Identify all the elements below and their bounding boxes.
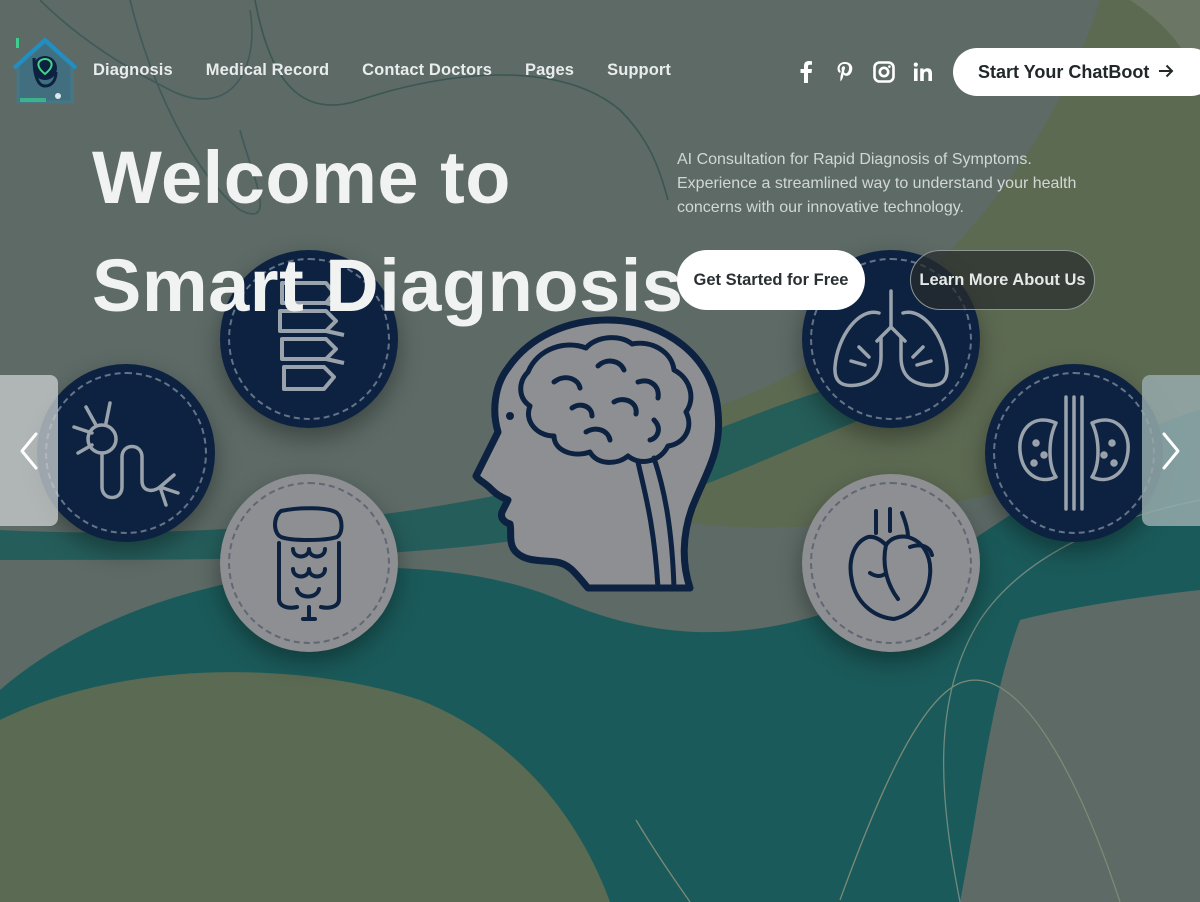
intestines-organ-button[interactable]	[220, 474, 398, 652]
learn-more-button[interactable]: Learn More About Us	[910, 250, 1095, 310]
carousel-prev-button[interactable]	[0, 375, 58, 526]
nav-pages[interactable]: Pages	[525, 61, 574, 80]
heart-icon	[848, 507, 934, 621]
start-chatbot-button[interactable]: Start Your ChatBoot	[953, 48, 1200, 96]
site-logo[interactable]	[12, 36, 78, 108]
linkedin-icon[interactable]	[911, 60, 935, 84]
neuron-organ-button[interactable]	[37, 364, 215, 542]
kidneys-icon	[1018, 395, 1130, 511]
instagram-icon[interactable]	[872, 60, 896, 84]
main-nav: Diagnosis Medical Record Contact Doctors…	[93, 61, 671, 80]
heart-organ-button[interactable]	[802, 474, 980, 652]
start-chatbot-label: Start Your ChatBoot	[978, 61, 1150, 82]
neuron-icon	[72, 401, 180, 507]
hero-title-line1: Welcome to	[92, 136, 511, 219]
nav-support[interactable]: Support	[607, 61, 671, 80]
facebook-icon[interactable]	[794, 60, 818, 84]
hero-headline: Welcome to Smart Diagnosis	[92, 124, 683, 340]
chevron-right-icon	[1162, 432, 1180, 469]
nav-medical-record[interactable]: Medical Record	[206, 61, 329, 80]
nav-diagnosis[interactable]: Diagnosis	[93, 61, 173, 80]
nav-contact-doctors[interactable]: Contact Doctors	[362, 61, 492, 80]
carousel-next-button[interactable]	[1142, 375, 1200, 526]
hero-title-line2: Smart Diagnosis	[92, 244, 684, 327]
head-brain-illustration	[468, 312, 730, 598]
arrow-right-icon	[1158, 62, 1174, 83]
chevron-left-icon	[20, 432, 38, 469]
hero-description: AI Consultation for Rapid Diagnosis of S…	[677, 151, 1077, 216]
kidneys-organ-button[interactable]	[985, 364, 1163, 542]
social-links	[794, 60, 935, 84]
human-head-brain-icon	[472, 316, 723, 592]
get-started-button[interactable]: Get Started for Free	[677, 250, 865, 310]
pinterest-icon[interactable]	[833, 60, 857, 84]
intestines-icon	[273, 506, 344, 621]
